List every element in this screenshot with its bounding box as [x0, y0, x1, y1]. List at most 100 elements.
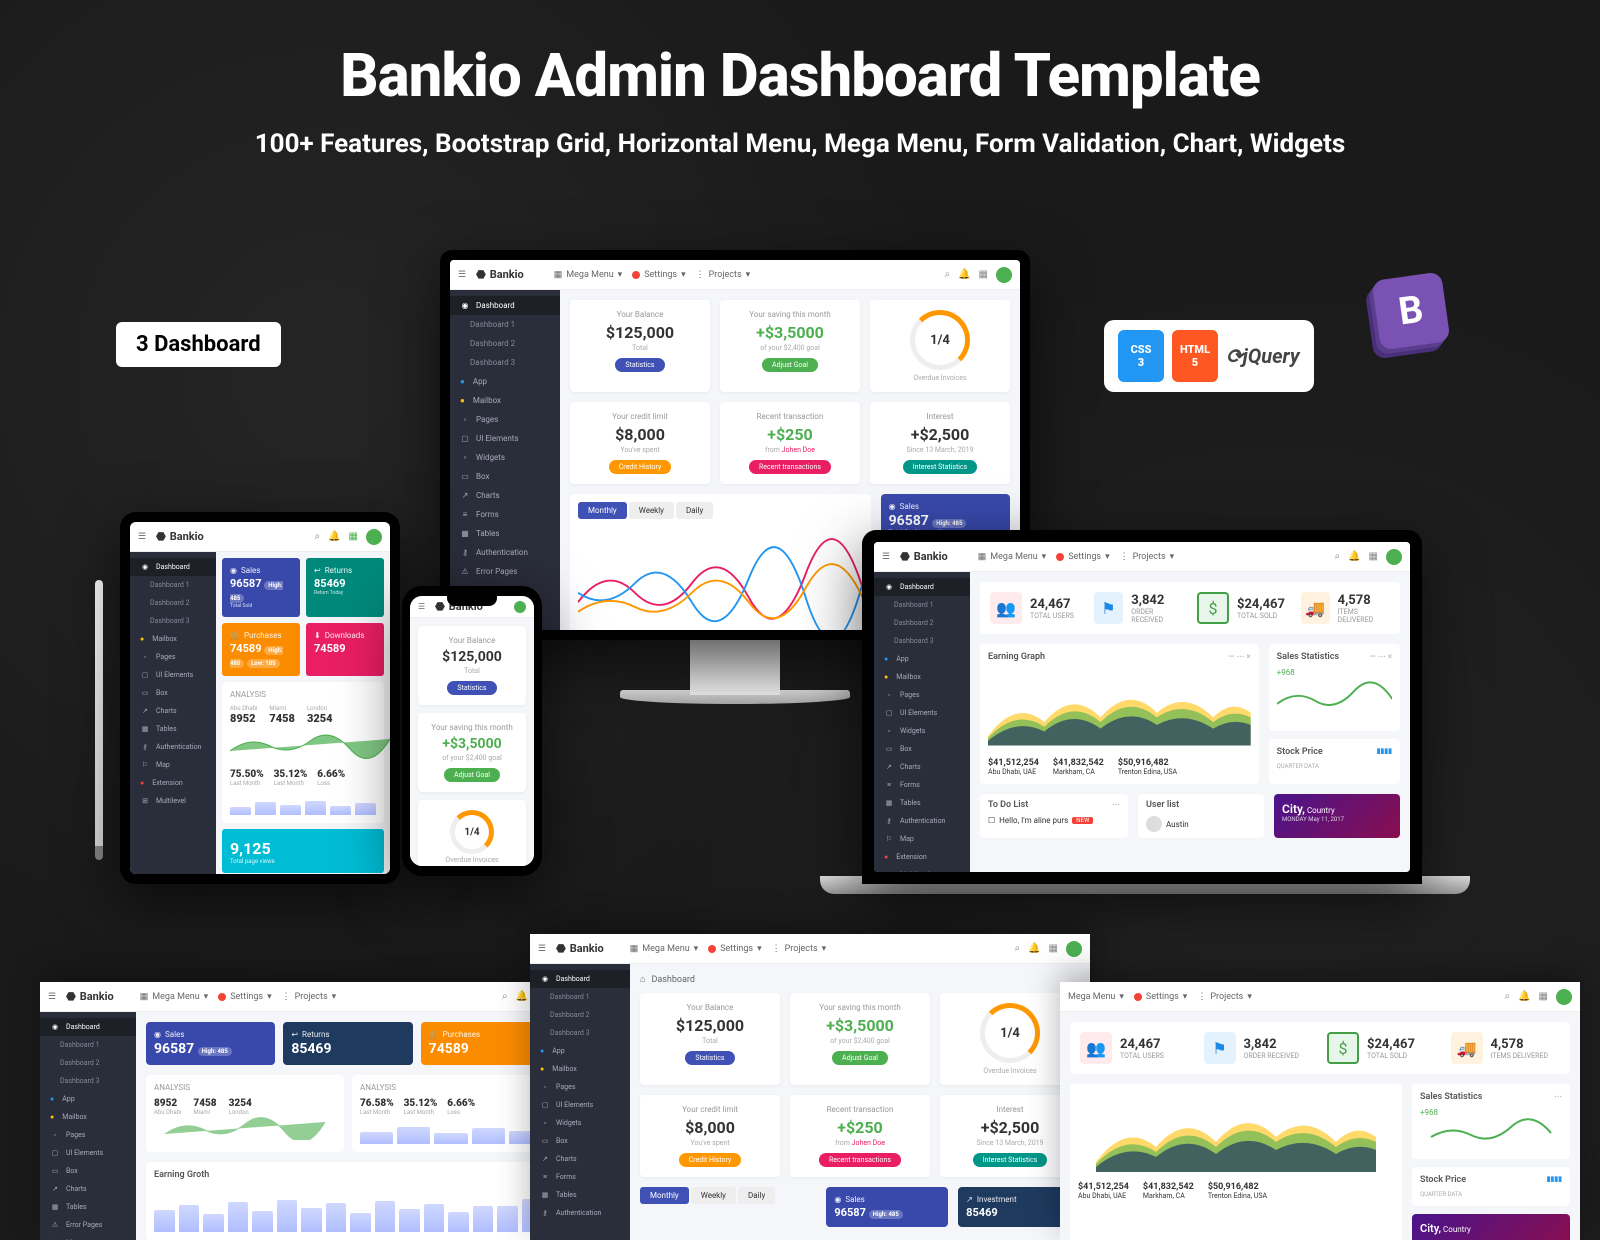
interest-stats-button[interactable]: Interest Statistics: [973, 1153, 1048, 1167]
sidebar-item-d3[interactable]: Dashboard 3: [450, 353, 560, 372]
sidebar-item-d3[interactable]: Dashboard 3: [130, 612, 216, 630]
brand-logo[interactable]: ⬣ Bankio: [156, 530, 204, 543]
bell-icon[interactable]: 🔔: [958, 269, 970, 280]
sidebar-item-mailbox[interactable]: Mailbox: [130, 630, 216, 648]
sidebar-item-charts[interactable]: ↗Charts: [450, 486, 560, 505]
sidebar-item-auth[interactable]: ⚷Authentication: [874, 812, 970, 830]
statistics-button[interactable]: Statistics: [447, 681, 496, 695]
mega-menu-link[interactable]: ▦ Mega Menu ▾: [978, 552, 1046, 562]
brand-logo[interactable]: ⬣ Bankio: [476, 268, 524, 281]
sidebar-item-multi[interactable]: ⊞Multilevel: [130, 792, 216, 810]
settings-link[interactable]: Settings ▾: [1056, 552, 1109, 562]
sidebar-item-ui[interactable]: ▢UI Elements: [130, 666, 216, 684]
sidebar-item-pages[interactable]: ◦Pages: [874, 686, 970, 704]
sidebar-item-pages[interactable]: ◦Pages: [130, 648, 216, 666]
sidebar-item-d3[interactable]: Dashboard 3: [874, 632, 970, 650]
avatar[interactable]: [514, 601, 526, 613]
sidebar-item-d1[interactable]: Dashboard 1: [450, 315, 560, 334]
sidebar-item-tables[interactable]: ▦Tables: [874, 794, 970, 812]
adjust-goal-button[interactable]: Adjust Goal: [444, 768, 500, 782]
search-icon[interactable]: ⌕: [944, 269, 950, 280]
adjust-goal-button[interactable]: Adjust Goal: [832, 1051, 888, 1065]
sidebar-item-ui[interactable]: ▢UI Elements: [874, 704, 970, 722]
sidebar-item-multi[interactable]: ⊞Multilevel: [874, 866, 970, 872]
tab-daily[interactable]: Daily: [676, 502, 713, 519]
analysis-card-1: ANALYSIS 8952Abu Dhabi 7458Miami 3254Lon…: [146, 1075, 344, 1152]
sidebar-item-box[interactable]: ▭Box: [450, 467, 560, 486]
sidebar: ◉Dashboard Dashboard 1 Dashboard 2 Dashb…: [450, 290, 560, 630]
sidebar-item-dashboard[interactable]: ◉Dashboard: [130, 558, 216, 576]
sidebar-item-auth[interactable]: ⚷Authentication: [450, 543, 560, 562]
sidebar-item-box[interactable]: ▭Box: [874, 740, 970, 758]
sidebar-item-tables[interactable]: ▦Tables: [450, 524, 560, 543]
card-menu-icon[interactable]: — ⋯ ×: [1228, 652, 1250, 662]
sidebar-item-mailbox[interactable]: Mailbox: [874, 668, 970, 686]
balance-card: Your Balance $125,000 Total Statistics: [570, 300, 710, 392]
sidebar-item-forms[interactable]: ≡Forms: [874, 776, 970, 794]
sidebar-item-d1[interactable]: Dashboard 1: [130, 576, 216, 594]
sidebar-item-d1[interactable]: Dashboard 1: [874, 596, 970, 614]
tab-weekly[interactable]: Weekly: [691, 1187, 736, 1204]
projects-link[interactable]: ⋮ Projects ▾: [282, 992, 337, 1002]
sidebar-item-widgets[interactable]: ▫Widgets: [450, 448, 560, 467]
sales-line-chart: [578, 525, 863, 630]
adjust-goal-button[interactable]: Adjust Goal: [762, 358, 818, 372]
tablet-device: ☰ ⬣ Bankio ⌕🔔▦ ◉Dashboard Dashboard 1 Da…: [120, 512, 400, 884]
truck-icon: 🚚: [1301, 592, 1330, 624]
projects-link[interactable]: ⋮ Projects ▾: [1120, 552, 1175, 562]
monitor-stand: [690, 635, 780, 695]
hero-subtitle: 100+ Features, Bootstrap Grid, Horizonta…: [0, 129, 1600, 159]
sidebar-item-ui[interactable]: ▢UI Elements: [450, 429, 560, 448]
sidebar-item-pages[interactable]: ◦Pages: [450, 410, 560, 429]
sidebar-item-auth[interactable]: ⚷Authentication: [130, 738, 216, 756]
sidebar-item-extension[interactable]: Extension: [130, 774, 216, 792]
sidebar-item-box[interactable]: ▭Box: [130, 684, 216, 702]
interest-stats-button[interactable]: Interest Statistics: [903, 460, 978, 474]
returns-card: ↩ Returns 85469: [283, 1022, 412, 1065]
analysis-card-2: ANALYSIS 76.58%Last Month 35.12%Last Mon…: [352, 1075, 550, 1152]
mega-menu-link[interactable]: ▦ Mega Menu ▾: [554, 270, 622, 280]
grid-icon[interactable]: ▦: [979, 269, 988, 280]
projects-link[interactable]: ⋮ Projects ▾: [696, 270, 751, 280]
tab-monthly[interactable]: Monthly: [640, 1187, 689, 1204]
tab-weekly[interactable]: Weekly: [629, 502, 674, 519]
credit-history-button[interactable]: Credit History: [679, 1153, 742, 1167]
sidebar-item-map[interactable]: ⚐Map: [130, 756, 216, 774]
sidebar-item-forms[interactable]: ≡Forms: [450, 505, 560, 524]
brand-logo[interactable]: ⬣ Bankio: [900, 550, 948, 563]
recent-transactions-button[interactable]: Recent transactions: [749, 460, 831, 474]
sidebar-item-map[interactable]: ⚐Map: [874, 830, 970, 848]
stock-price-card: Stock Price▮▮▮▮ QUARTER DATA: [1269, 739, 1400, 784]
menu-icon[interactable]: ☰: [138, 532, 146, 542]
recent-transactions-button[interactable]: Recent transactions: [819, 1153, 901, 1167]
sidebar-item-app[interactable]: App: [874, 650, 970, 668]
sidebar-item-app[interactable]: App: [450, 372, 560, 391]
sidebar-item-errors[interactable]: ⚠Error Pages: [450, 562, 560, 581]
sidebar-item-d2[interactable]: Dashboard 2: [130, 594, 216, 612]
sidebar-item-mailbox[interactable]: Mailbox: [450, 391, 560, 410]
menu-icon[interactable]: ☰: [458, 270, 466, 280]
mega-menu-link[interactable]: ▦ Mega Menu ▾: [140, 992, 208, 1002]
tab-monthly[interactable]: Monthly: [578, 502, 627, 519]
settings-link[interactable]: Settings ▾: [632, 270, 685, 280]
sidebar-item-dashboard[interactable]: ◉Dashboard: [450, 296, 560, 315]
tab-daily[interactable]: Daily: [738, 1187, 775, 1204]
statistics-button[interactable]: Statistics: [615, 358, 664, 372]
sidebar-item-dashboard[interactable]: ◉Dashboard: [874, 578, 970, 596]
settings-link[interactable]: Settings ▾: [218, 992, 271, 1002]
checkbox-icon[interactable]: ☐: [988, 816, 995, 825]
avatar[interactable]: [996, 267, 1012, 283]
sidebar-item-tables[interactable]: ▦Tables: [130, 720, 216, 738]
sidebar-item-charts[interactable]: ↗Charts: [130, 702, 216, 720]
credit-history-button[interactable]: Credit History: [609, 460, 672, 474]
menu-icon[interactable]: ☰: [882, 552, 890, 562]
sidebar-item-widgets[interactable]: ▫Widgets: [874, 722, 970, 740]
sidebar-item-d2[interactable]: Dashboard 2: [450, 334, 560, 353]
sidebar-item-d2[interactable]: Dashboard 2: [874, 614, 970, 632]
sidebar-item-extension[interactable]: Extension: [874, 848, 970, 866]
sidebar-item-charts[interactable]: ↗Charts: [874, 758, 970, 776]
interest-card: Interest +$2,500 Since 13 March, 2019 In…: [870, 402, 1010, 484]
bottom-panel-center: ☰⬣ Bankio ▦ Mega Menu ▾ Settings ▾ ⋮ Pro…: [530, 934, 1090, 1240]
avatar[interactable]: [1386, 549, 1402, 565]
statistics-button[interactable]: Statistics: [685, 1051, 734, 1065]
